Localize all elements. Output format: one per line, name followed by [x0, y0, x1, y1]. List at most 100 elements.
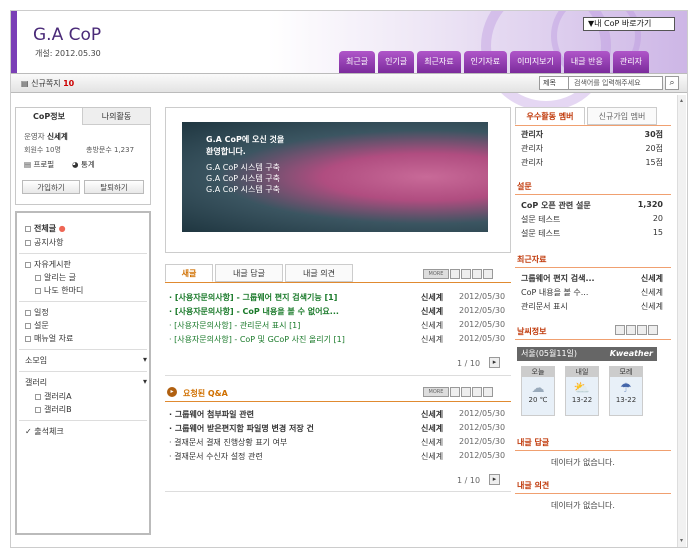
menu-label: 갤러리A	[44, 392, 72, 401]
tab-popular-posts[interactable]: 인기글	[378, 51, 415, 73]
image-icon	[35, 393, 41, 400]
recent-file-row[interactable]: 그룹웨어 편지 검색... 신세계	[521, 273, 667, 284]
chart-icon: ◕	[72, 160, 81, 169]
post-author: 신세계	[421, 321, 444, 330]
post-author: 신세계	[421, 335, 444, 344]
banner-title-line1: G.A CoP에 오신 것을	[206, 135, 285, 144]
more-button[interactable]: MORE	[423, 269, 449, 279]
minimize-icon[interactable]	[450, 269, 460, 279]
menu-say-one[interactable]: 나도 한마디	[35, 285, 83, 296]
menu-free-board[interactable]: 자유게시판	[25, 259, 71, 270]
menu-survey[interactable]: 설문	[25, 320, 49, 331]
tab-recent-posts[interactable]: 최근글	[339, 51, 376, 73]
menu-gallery[interactable]: 갤러리 ▾	[25, 377, 147, 388]
banner-item: G.A CoP 시스템 구축	[206, 163, 280, 172]
qa-title: 요청된 Q&A	[183, 389, 228, 398]
tab-admin[interactable]: 관리자	[612, 51, 649, 73]
tab-images[interactable]: 이미지보기	[510, 51, 561, 73]
note-icon: ▤	[21, 79, 32, 88]
post-row[interactable]: · [사용자문의사항] - 관리문서 표시 [1] 신세계 2012/05/30	[169, 320, 509, 333]
more-button[interactable]: MORE	[423, 387, 449, 397]
menu-gallery-a[interactable]: 갤러리A	[35, 391, 72, 402]
opened-date: 개설: 2012.05.30	[35, 49, 101, 58]
recent-file-row[interactable]: 관리문서 표시 신세계	[521, 301, 667, 312]
join-button[interactable]: 가입하기	[22, 180, 80, 194]
qa-row[interactable]: · 결재문서 결재 진행상황 표기 여부 신세계 2012/05/30	[169, 437, 509, 450]
weather-brand: Kweather	[609, 349, 653, 358]
post-row[interactable]: · [사용자문의사항] - CoP 및 GCoP 사진 올리기 [1] 신세계 20…	[169, 334, 509, 347]
tab-recent-files[interactable]: 최근자료	[417, 51, 461, 73]
post-row[interactable]: · [사용자문의사항] - CoP 내용을 볼 수 없어요... 신세계 2012/…	[169, 306, 509, 319]
post-date: 2012/05/30	[459, 292, 506, 301]
menu-announce[interactable]: 알리는 글	[35, 272, 76, 283]
tab-popular-files[interactable]: 인기자료	[463, 51, 508, 73]
search-scope-select[interactable]: 제목	[543, 77, 569, 89]
tab-my-activity[interactable]: 나의활동	[82, 108, 150, 125]
poll-name: 설문 테스트	[521, 229, 561, 238]
menu-all-posts[interactable]: 전체글 ●	[25, 223, 66, 234]
board-icon	[35, 274, 41, 281]
banner-title-line2: 환영합니다.	[206, 147, 246, 156]
new-messages-label: 신규쪽지	[31, 79, 61, 88]
maximize-icon[interactable]	[626, 325, 636, 335]
qa-row[interactable]: · 그룹웨어 첨부파일 관련 신세계 2012/05/30	[169, 409, 509, 422]
maximize-icon[interactable]	[461, 387, 471, 397]
qa-row[interactable]: · 그룹웨어 받은편지함 파일명 변경 저장 건 신세계 2012/05/30	[169, 423, 509, 436]
tab-new-posts[interactable]: 새글	[165, 264, 213, 282]
cop-title[interactable]: G.A CoP	[33, 25, 101, 45]
menu-manual[interactable]: 매뉴얼 자료	[25, 333, 73, 344]
poll-row[interactable]: CoP 오픈 관련 설문 1,320	[521, 200, 667, 211]
rank-row[interactable]: 관리자 20점	[521, 143, 667, 154]
vertical-scrollbar[interactable]	[677, 95, 686, 547]
menu-label: 출석체크	[34, 427, 64, 436]
next-page-icon[interactable]: ▸	[489, 357, 500, 368]
rank-row[interactable]: 관리자 15점	[521, 157, 667, 168]
refresh-icon[interactable]	[648, 325, 658, 335]
settings-icon[interactable]	[472, 387, 482, 397]
post-author: 신세계	[421, 307, 444, 316]
search-area: 제목 검색어를 입력해주세요	[539, 76, 663, 90]
tab-my-reactions[interactable]: 내글 반응	[563, 51, 610, 73]
banner-item: G.A CoP 시스템 구축	[206, 185, 280, 194]
next-page-icon[interactable]: ▸	[489, 474, 500, 485]
menu-gallery-b[interactable]: 갤러리B	[35, 404, 72, 415]
qa-row[interactable]: · 결재문서 수신자 설정 관련 신세계 2012/05/30	[169, 451, 509, 464]
recent-file-author: 신세계	[640, 274, 663, 283]
menu-small-group[interactable]: 소모임 ▾	[25, 355, 147, 366]
maximize-icon[interactable]	[461, 269, 471, 279]
tab-cop-info[interactable]: CoP정보	[16, 108, 82, 125]
poll-row[interactable]: 설문 테스트 20	[521, 214, 667, 225]
profile-link[interactable]: ▤ 프로필	[24, 159, 54, 170]
leave-button[interactable]: 탈퇴하기	[84, 180, 144, 194]
my-cop-select[interactable]: ▼내 CoP 바로가기	[583, 17, 675, 31]
post-row[interactable]: · [사용자문의사항] - 그룹웨어 편지 검색기능 [1] 신세계 2012/05…	[169, 292, 509, 305]
qa-date: 2012/05/30	[459, 437, 506, 446]
scroll-down-icon[interactable]: ▾	[678, 537, 685, 545]
search-input[interactable]: 검색어를 입력해주세요	[574, 77, 641, 89]
scroll-up-icon[interactable]: ▴	[678, 97, 685, 105]
rank-row[interactable]: 관리자 30점	[521, 129, 667, 140]
menu-notice[interactable]: 공지사항	[25, 237, 63, 248]
refresh-icon[interactable]	[483, 269, 493, 279]
refresh-icon[interactable]	[483, 387, 493, 397]
menu-attendance[interactable]: ✓ 출석체크	[25, 426, 64, 437]
new-messages[interactable]: ▤ 신규쪽지 10	[21, 78, 74, 89]
tab-my-replies[interactable]: 내글 답글	[215, 264, 283, 282]
settings-icon[interactable]	[637, 325, 647, 335]
tab-new-members[interactable]: 신규가입 멤버	[587, 107, 657, 125]
my-replies-title: 내글 답글	[517, 438, 550, 447]
rank-score: 15점	[645, 158, 663, 167]
menu-schedule[interactable]: 일정	[25, 307, 49, 318]
stats-label: 통계	[80, 160, 95, 169]
rank-name: 관리자	[521, 144, 544, 153]
poll-row[interactable]: 설문 테스트 15	[521, 228, 667, 239]
tab-top-members[interactable]: 우수활동 멤버	[515, 107, 585, 125]
recent-file-row[interactable]: CoP 내용을 볼 수... 신세계	[521, 287, 667, 298]
tab-my-opinions[interactable]: 내글 의견	[285, 264, 353, 282]
minimize-icon[interactable]	[450, 387, 460, 397]
weather-temp: 13-22	[615, 396, 637, 404]
settings-icon[interactable]	[472, 269, 482, 279]
minimize-icon[interactable]	[615, 325, 625, 335]
search-icon[interactable]: ⌕	[665, 76, 679, 90]
stats-link[interactable]: ◕ 통계	[72, 159, 95, 170]
